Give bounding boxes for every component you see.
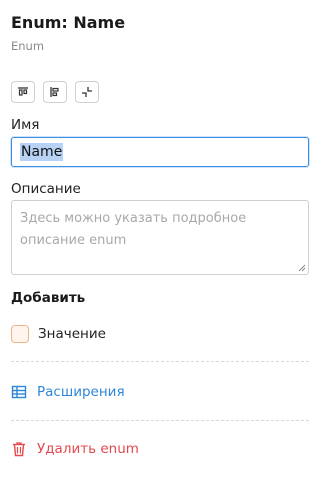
divider	[11, 361, 309, 362]
delete-enum-button[interactable]: Удалить enum	[11, 441, 139, 457]
value-option[interactable]: Значение	[11, 325, 106, 343]
value-checkbox[interactable]	[11, 325, 29, 343]
toolbar	[11, 81, 99, 103]
delete-enum-label: Удалить enum	[37, 441, 139, 457]
add-section-title: Добавить	[11, 290, 86, 306]
description-label: Описание	[11, 181, 81, 197]
collapse-icon	[82, 87, 92, 97]
align-left-icon	[50, 87, 59, 97]
name-input[interactable]: Name	[11, 137, 309, 167]
resize-grip-icon[interactable]	[298, 264, 306, 272]
table-icon	[11, 385, 27, 399]
align-left-button[interactable]	[43, 81, 67, 103]
description-placeholder: Здесь можно указать подробное описание e…	[20, 211, 247, 248]
page-title: Enum: Name	[11, 13, 126, 32]
extensions-label: Расширения	[37, 384, 125, 400]
name-input-value: Name	[20, 143, 64, 161]
name-label: Имя	[11, 117, 40, 133]
description-textarea[interactable]: Здесь можно указать подробное описание e…	[11, 200, 309, 275]
align-top-button[interactable]	[11, 81, 35, 103]
value-option-label: Значение	[38, 326, 106, 342]
trash-icon	[13, 442, 25, 457]
divider	[11, 420, 309, 421]
extensions-button[interactable]: Расширения	[11, 384, 125, 400]
collapse-button[interactable]	[75, 81, 99, 103]
align-top-icon	[18, 87, 28, 96]
page-subtitle: Enum	[11, 39, 45, 53]
